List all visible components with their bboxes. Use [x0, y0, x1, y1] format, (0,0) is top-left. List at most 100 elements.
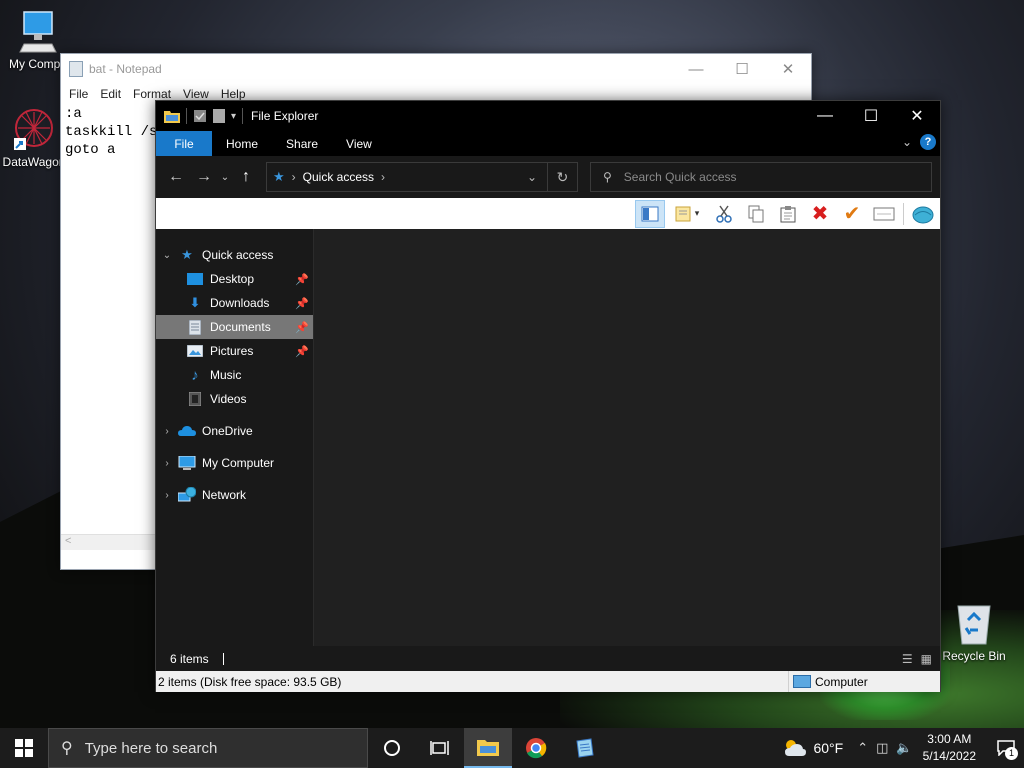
volume-icon[interactable]: 🔈 [896, 740, 912, 756]
chevron-right-icon[interactable]: › [156, 458, 178, 469]
explorer-body: ⌄ ★ Quick access Desktop 📌 ⬇ Downloads 📌… [156, 229, 940, 646]
explorer-title: File Explorer [251, 109, 319, 123]
desktop-icon-label: My Compu [8, 57, 67, 71]
tab-home[interactable]: Home [212, 131, 272, 156]
minimize-button[interactable]: — [802, 101, 848, 131]
paste-button[interactable] [773, 200, 803, 228]
file-list-area[interactable] [314, 229, 940, 646]
shell-button[interactable] [908, 200, 938, 228]
taskbar-notepad[interactable] [560, 728, 608, 768]
address-dropdown-button[interactable]: ⌄ [517, 170, 547, 184]
nav-item-onedrive[interactable]: › OneDrive [156, 419, 313, 443]
up-button[interactable]: ↑ [232, 163, 260, 191]
recent-locations-button[interactable]: ⌄ [218, 163, 232, 191]
close-button[interactable]: ✕ [894, 101, 940, 131]
system-tray: 60°F ⌃ ◫ 🔈 3:00 AM 5/14/2022 1 [783, 728, 1024, 768]
desktop-icon-recycle-bin[interactable]: Recycle Bin [936, 602, 1012, 663]
notification-center-button[interactable]: 1 [988, 728, 1024, 768]
horizontal-scrollbar[interactable]: < [61, 534, 157, 550]
clock[interactable]: 3:00 AM 5/14/2022 [923, 731, 976, 765]
nav-item-desktop[interactable]: Desktop 📌 [156, 267, 313, 291]
customize-qat-icon[interactable]: ▾ [231, 111, 236, 122]
nav-item-network[interactable]: › Network [156, 483, 313, 507]
nav-item-music[interactable]: ♪ Music [156, 363, 313, 387]
new-folder-icon[interactable] [213, 109, 225, 123]
tab-share[interactable]: Share [272, 131, 332, 156]
address-location[interactable]: Quick access [303, 170, 374, 184]
menu-edit[interactable]: Edit [94, 87, 127, 101]
notepad-text-area[interactable]: :a taskkill /s goto a [65, 105, 157, 159]
address-bar[interactable]: ★ › Quick access › ⌄ ↻ [266, 162, 578, 192]
chevron-right-icon[interactable]: › [156, 490, 178, 501]
rename-button[interactable]: ✔ [837, 200, 867, 228]
weather-widget[interactable]: 60°F [783, 738, 843, 758]
nav-item-pictures[interactable]: Pictures 📌 [156, 339, 313, 363]
chevron-down-icon[interactable]: ⌄ [156, 250, 178, 261]
nav-item-downloads[interactable]: ⬇ Downloads 📌 [156, 291, 313, 315]
nav-item-label: Videos [210, 392, 247, 406]
close-button[interactable]: ✕ [765, 54, 811, 84]
properties-icon[interactable] [193, 109, 207, 123]
start-button[interactable] [0, 728, 48, 768]
taskbar: ⚲ Type here to search 60°F ⌃ ◫ 🔈 3:00 AM… [0, 728, 1024, 768]
chevron-right-icon[interactable]: › [292, 170, 296, 184]
search-icon: ⚲ [603, 170, 612, 184]
tab-view[interactable]: View [332, 131, 386, 156]
file-explorer-window[interactable]: ▾ File Explorer — ☐ ✕ File Home Share Vi… [155, 100, 941, 692]
preview-pane-button[interactable] [635, 199, 665, 228]
nav-item-my-computer[interactable]: › My Computer [156, 451, 313, 475]
maximize-button[interactable]: ☐ [848, 101, 894, 131]
taskbar-chrome[interactable] [512, 728, 560, 768]
item-count: 6 items [170, 651, 209, 666]
nav-item-label: My Computer [202, 456, 275, 470]
back-button[interactable]: ← [162, 163, 190, 191]
menu-file[interactable]: File [63, 87, 94, 101]
new-item-button[interactable]: ▾ [667, 200, 707, 228]
taskbar-search-box[interactable]: ⚲ Type here to search [48, 728, 368, 768]
tab-file[interactable]: File [156, 131, 212, 156]
nav-item-videos[interactable]: Videos [156, 387, 313, 411]
datawagon-icon [14, 109, 53, 150]
large-icons-view-icon[interactable]: ▦ [921, 652, 932, 666]
nav-item-documents[interactable]: Documents 📌 [156, 315, 313, 339]
menu-view[interactable]: View [177, 87, 215, 101]
cortana-button[interactable] [368, 728, 416, 768]
zone-label: Computer [815, 674, 868, 689]
copy-button[interactable] [741, 200, 771, 228]
forward-button[interactable]: → [190, 163, 218, 191]
preview-pane-icon [641, 206, 659, 221]
chevron-right-icon[interactable]: › [381, 170, 385, 184]
nav-item-quick-access[interactable]: ⌄ ★ Quick access [156, 243, 313, 267]
maximize-button[interactable]: ☐ [719, 54, 765, 84]
info-bar: 2 items (Disk free space: 93.5 GB) Compu… [156, 671, 940, 692]
documents-icon [186, 319, 204, 335]
show-hidden-icons-icon[interactable]: ⌃ [857, 740, 868, 756]
delete-button[interactable]: ✖ [805, 200, 835, 228]
taskbar-file-explorer[interactable] [464, 728, 512, 768]
computer-icon [19, 11, 57, 53]
file-explorer-icon [477, 740, 499, 756]
new-item-icon [675, 206, 691, 221]
notification-badge: 1 [1005, 747, 1018, 760]
properties-button[interactable] [869, 200, 899, 228]
details-view-icon[interactable]: ☰ [902, 652, 913, 666]
task-view-button[interactable] [416, 728, 464, 768]
cut-button[interactable] [709, 200, 739, 228]
computer-icon [178, 455, 196, 471]
clock-date: 5/14/2022 [922, 749, 976, 763]
search-box[interactable]: ⚲ Search Quick access [590, 162, 932, 192]
onedrive-icon [178, 423, 196, 439]
expand-ribbon-icon[interactable]: ⌄ [902, 135, 912, 149]
network-status-icon[interactable]: ◫ [876, 740, 888, 756]
refresh-button[interactable]: ↻ [547, 163, 577, 191]
menu-format[interactable]: Format [127, 87, 177, 101]
desktop-folder-icon [186, 271, 204, 287]
chevron-right-icon[interactable]: › [156, 426, 178, 437]
navigation-pane[interactable]: ⌄ ★ Quick access Desktop 📌 ⬇ Downloads 📌… [156, 229, 314, 646]
menu-help[interactable]: Help [215, 87, 252, 101]
help-icon[interactable]: ? [920, 134, 936, 150]
taskbar-search-placeholder: Type here to search [84, 739, 218, 757]
minimize-button[interactable]: — [673, 54, 719, 84]
paste-icon [780, 205, 796, 222]
notepad-title: bat - Notepad [89, 62, 162, 76]
